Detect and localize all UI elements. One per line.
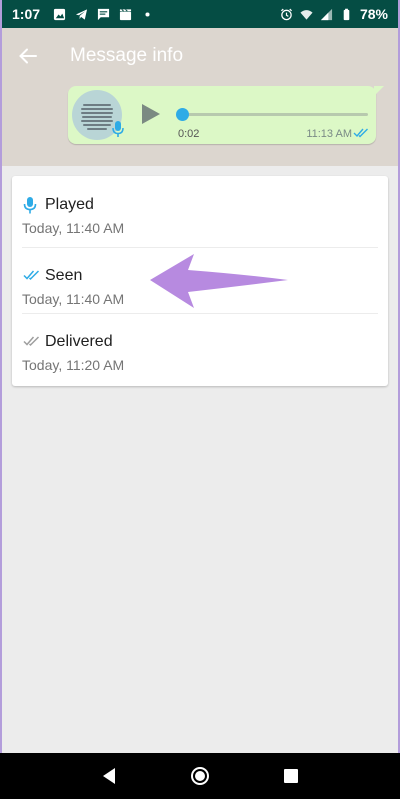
alarm-icon [280,8,292,20]
telegram-icon [75,8,88,20]
receipt-label: Played [45,196,94,213]
receipt-time: Today, 11:20 AM [22,357,125,373]
clapper-icon [119,8,132,20]
annotation-arrow-icon [150,254,288,308]
back-arrow-icon [19,48,37,64]
mic-icon [112,121,124,137]
app-bar: Message info 0:02 11:13 AM [0,28,400,166]
recents-square-icon [283,769,298,783]
bubble-tail [374,86,384,96]
home-circle-icon [190,767,209,785]
back-triangle-icon [103,768,116,784]
nav-back-button[interactable] [92,759,126,793]
gallery-icon [53,8,66,20]
receipt-label: Seen [45,267,83,284]
receipt-row-delivered: Delivered Today, 11:20 AM [12,313,388,379]
signal-icon [320,8,333,20]
double-check-blue-icon [23,270,40,281]
notification-dot-icon [145,11,150,17]
page-title: Message info [70,45,184,66]
status-bar: 1:07 78% [0,0,400,28]
receipt-time: Today, 11:40 AM [22,291,125,307]
battery-percent: 78% [359,6,388,22]
double-check-blue-icon [353,128,368,138]
receipt-row-played: Played Today, 11:40 AM [12,176,388,242]
audio-duration: 0:02 [178,128,200,140]
battery-icon [343,8,350,20]
receipt-label: Delivered [45,333,113,350]
nav-home-button[interactable] [183,759,217,793]
wifi-icon [300,9,313,20]
play-button[interactable] [140,102,162,126]
audio-progress-track[interactable] [182,113,368,116]
message-time: 11:13 AM [306,128,352,140]
double-check-grey-icon [23,336,40,347]
mic-icon [23,197,37,214]
status-time: 1:07 [12,6,41,22]
message-icon [97,8,110,20]
nav-recents-button[interactable] [274,759,308,793]
back-button[interactable] [0,28,56,84]
voice-message-bubble[interactable]: 0:02 11:13 AM [68,86,384,144]
navigation-bar [0,753,400,799]
receipt-time: Today, 11:40 AM [22,220,125,236]
audio-seek-handle[interactable] [176,108,189,121]
